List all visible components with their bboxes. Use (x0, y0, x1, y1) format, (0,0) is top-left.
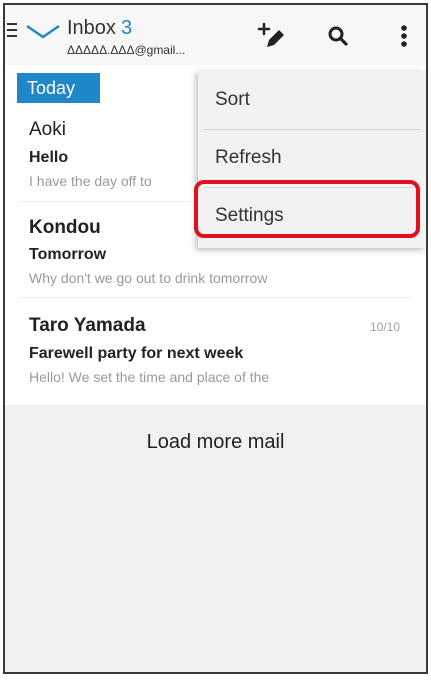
unread-count: 3 (120, 17, 133, 39)
mail-subject: Tomorrow (29, 246, 107, 263)
load-more-button[interactable]: Load more mail (5, 431, 426, 454)
load-more-area: Load more mail (5, 405, 426, 672)
mail-preview: Hello! We set the time and place of the (29, 369, 270, 385)
menu-item-sort[interactable]: Sort (198, 71, 426, 129)
section-header-today: Today (17, 73, 100, 103)
mail-sender: Aoki (29, 119, 66, 140)
inbox-label: Inbox (67, 17, 116, 39)
mail-subject: Hello (29, 149, 69, 166)
envelope-icon (26, 24, 60, 39)
phone-screen: Inbox 3 ΔΔΔΔΔ.ΔΔΔ@gmail... Today Aoki Hel… (3, 3, 428, 674)
mail-date: 10/10 (369, 320, 400, 334)
menu-item-settings[interactable]: Settings (198, 187, 426, 245)
inbox-title[interactable]: Inbox 3 (67, 17, 132, 40)
overflow-popup-menu: Sort Refresh Settings (198, 71, 426, 248)
mail-sender: Kondou (29, 217, 101, 238)
search-icon[interactable] (321, 19, 355, 53)
mail-subject: Farewell party for next week (29, 345, 244, 362)
overflow-menu-icon[interactable] (391, 19, 425, 53)
compose-icon[interactable] (253, 19, 287, 53)
hamburger-menu-icon[interactable] (7, 23, 17, 37)
account-email: ΔΔΔΔΔ.ΔΔΔ@gmail... (67, 43, 186, 57)
mail-item[interactable]: Taro Yamada 10/10 Farewell party for nex… (5, 301, 426, 391)
menu-item-refresh[interactable]: Refresh (198, 129, 426, 187)
mail-preview: Why don't we go out to drink tomorrow (29, 270, 268, 286)
app-bar: Inbox 3 ΔΔΔΔΔ.ΔΔΔ@gmail... (5, 5, 426, 66)
divider (19, 297, 412, 298)
mail-sender: Taro Yamada (29, 315, 146, 336)
